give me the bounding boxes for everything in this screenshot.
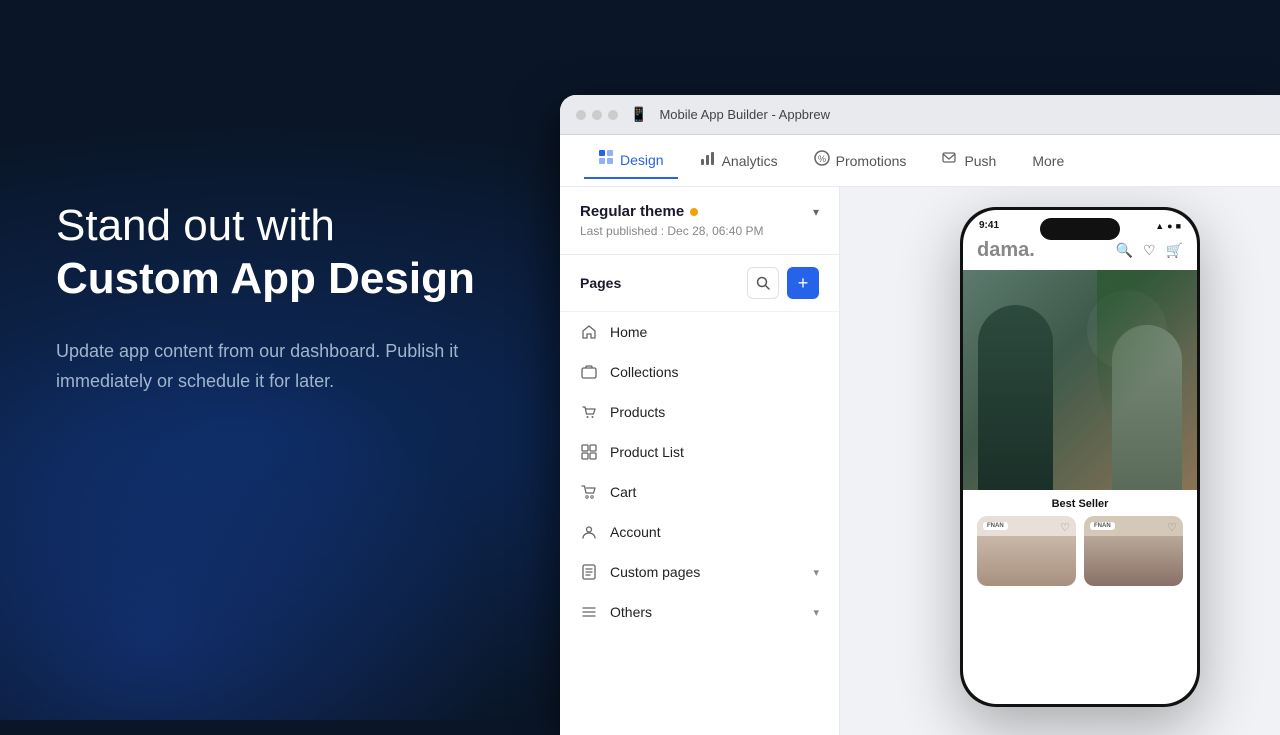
nav-item-cart-label: Cart bbox=[610, 484, 819, 500]
phone-logo: dama. bbox=[977, 239, 1035, 262]
theme-name: Regular theme bbox=[580, 203, 698, 220]
product-list-icon bbox=[580, 443, 598, 461]
phone-notch bbox=[1040, 218, 1120, 240]
tab-design-label: Design bbox=[620, 152, 664, 168]
nav-item-products[interactable]: Products bbox=[560, 392, 839, 432]
subtext: Update app content from our dashboard. P… bbox=[56, 336, 476, 397]
home-icon bbox=[580, 323, 598, 341]
status-time: 9:41 bbox=[979, 220, 999, 231]
phone-header-icons: 🔍 ♡ 🛒 bbox=[1116, 242, 1183, 259]
pages-label: Pages bbox=[580, 275, 621, 291]
custom-pages-icon bbox=[580, 563, 598, 581]
browser-dots bbox=[576, 110, 618, 120]
nav-item-collections[interactable]: Collections bbox=[560, 352, 839, 392]
main-content: Regular theme ▾ Last published : Dec 28,… bbox=[560, 187, 1280, 735]
headline-line2: Custom App Design bbox=[56, 253, 536, 306]
phone-preview-area: 9:41 ▲ ● ■ dama. 🔍 bbox=[840, 187, 1280, 735]
nav-item-product-list-label: Product List bbox=[610, 444, 819, 460]
nav-item-home-label: Home bbox=[610, 324, 819, 340]
account-icon bbox=[580, 523, 598, 541]
tab-push-label: Push bbox=[964, 153, 996, 169]
logo-text: dama. bbox=[977, 239, 1035, 261]
others-chevron-icon: ▾ bbox=[813, 606, 819, 619]
analytics-icon bbox=[700, 150, 716, 171]
browser-favicon: 📱 bbox=[630, 106, 647, 123]
browser-dot-green bbox=[608, 110, 618, 120]
product-figure-1 bbox=[977, 536, 1076, 586]
phone-product-card-2: FNAN ♡ bbox=[1084, 516, 1183, 586]
custom-pages-chevron-icon: ▾ bbox=[813, 566, 819, 579]
tab-more[interactable]: More bbox=[1018, 143, 1078, 179]
theme-subtitle: Last published : Dec 28, 06:40 PM bbox=[580, 224, 819, 238]
nav-item-collections-label: Collections bbox=[610, 364, 819, 380]
nav-item-custom-pages[interactable]: Custom pages ▾ bbox=[560, 552, 839, 592]
nav-item-account[interactable]: Account bbox=[560, 512, 839, 552]
nav-item-others[interactable]: Others ▾ bbox=[560, 592, 839, 632]
phone-app-header: dama. 🔍 ♡ 🛒 bbox=[963, 235, 1197, 270]
product-heart-1: ♡ bbox=[1060, 521, 1070, 534]
phone-hero-image bbox=[963, 270, 1197, 490]
tab-promotions-label: Promotions bbox=[836, 153, 907, 169]
product-heart-2: ♡ bbox=[1167, 521, 1177, 534]
phone-cart-icon: 🛒 bbox=[1166, 242, 1183, 259]
nav-tabs: Design Analytics % Promotions bbox=[560, 135, 1280, 187]
phone-screen: 9:41 ▲ ● ■ dama. 🔍 bbox=[963, 210, 1197, 704]
tab-more-label: More bbox=[1032, 153, 1064, 169]
add-page-button[interactable]: + bbox=[787, 267, 819, 299]
hero-plant bbox=[1097, 270, 1197, 450]
collections-icon bbox=[580, 363, 598, 381]
pages-header: Pages + bbox=[560, 255, 839, 312]
promotions-icon: % bbox=[814, 150, 830, 171]
tab-analytics-label: Analytics bbox=[722, 153, 778, 169]
design-icon bbox=[598, 149, 614, 170]
nav-item-home[interactable]: Home bbox=[560, 312, 839, 352]
battery-icon: ■ bbox=[1176, 221, 1181, 231]
nav-item-cart[interactable]: Cart bbox=[560, 472, 839, 512]
phone-search-icon: 🔍 bbox=[1116, 242, 1133, 259]
theme-row: Regular theme ▾ bbox=[580, 203, 819, 220]
svg-text:%: % bbox=[818, 154, 826, 164]
theme-name-text: Regular theme bbox=[580, 203, 684, 220]
push-icon bbox=[942, 150, 958, 171]
browser-dot-red bbox=[576, 110, 586, 120]
tab-push[interactable]: Push bbox=[928, 143, 1010, 179]
others-icon bbox=[580, 603, 598, 621]
hero-figure-left bbox=[978, 305, 1053, 490]
browser-chrome: 📱 Mobile App Builder - Appbrew bbox=[560, 95, 1280, 135]
add-icon: + bbox=[798, 273, 809, 294]
phone-wishlist-icon: ♡ bbox=[1143, 242, 1156, 259]
left-panel: Stand out with Custom App Design Update … bbox=[56, 200, 536, 397]
signal-icon: ▲ bbox=[1155, 221, 1164, 231]
theme-chevron-icon[interactable]: ▾ bbox=[813, 205, 819, 219]
phone-mockup: 9:41 ▲ ● ■ dama. 🔍 bbox=[960, 207, 1200, 707]
status-icons: ▲ ● ■ bbox=[1155, 221, 1181, 231]
browser-dot-yellow bbox=[592, 110, 602, 120]
wifi-icon: ● bbox=[1167, 221, 1172, 231]
product-brand-2: FNAN bbox=[1090, 522, 1115, 530]
headline: Stand out with Custom App Design bbox=[56, 200, 536, 306]
browser-window: 📱 Mobile App Builder - Appbrew Design bbox=[560, 95, 1280, 735]
tab-analytics[interactable]: Analytics bbox=[686, 143, 792, 179]
products-icon bbox=[580, 403, 598, 421]
theme-header: Regular theme ▾ Last published : Dec 28,… bbox=[560, 187, 839, 255]
product-brand-1: FNAN bbox=[983, 522, 1008, 530]
nav-item-product-list[interactable]: Product List bbox=[560, 432, 839, 472]
phone-product-grid: FNAN ♡ FNAN ♡ bbox=[963, 516, 1197, 586]
cart-icon bbox=[580, 483, 598, 501]
sidebar: Regular theme ▾ Last published : Dec 28,… bbox=[560, 187, 840, 735]
theme-status-dot bbox=[690, 208, 698, 216]
nav-item-products-label: Products bbox=[610, 404, 819, 420]
nav-item-others-label: Others bbox=[610, 604, 801, 620]
tab-design[interactable]: Design bbox=[584, 143, 678, 179]
search-pages-button[interactable] bbox=[747, 267, 779, 299]
product-figure-2 bbox=[1084, 536, 1183, 586]
phone-bestseller-label: Best Seller bbox=[963, 490, 1197, 516]
phone-product-card-1: FNAN ♡ bbox=[977, 516, 1076, 586]
headline-line1: Stand out with bbox=[56, 201, 335, 250]
nav-item-custom-pages-label: Custom pages bbox=[610, 564, 801, 580]
pages-actions: + bbox=[747, 267, 819, 299]
tab-promotions[interactable]: % Promotions bbox=[800, 143, 921, 179]
browser-title: Mobile App Builder - Appbrew bbox=[659, 107, 830, 122]
nav-item-account-label: Account bbox=[610, 524, 819, 540]
